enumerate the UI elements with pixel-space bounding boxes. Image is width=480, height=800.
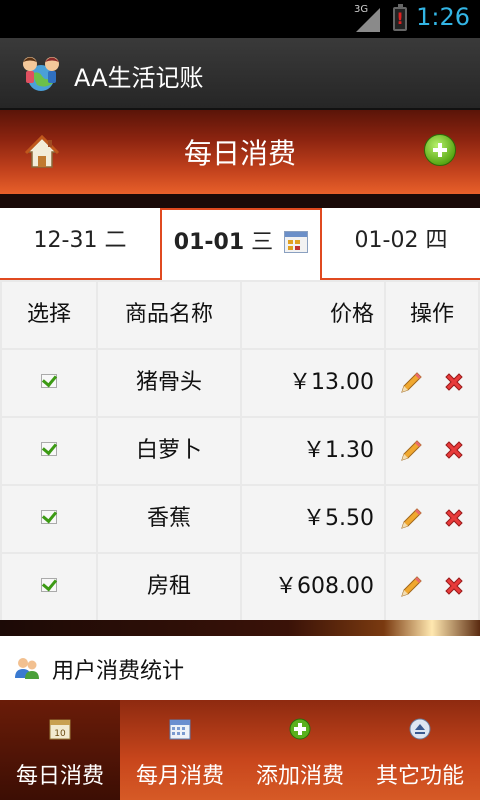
page-title: 每日消费 xyxy=(183,137,296,170)
edit-pencil-icon[interactable] xyxy=(398,438,424,464)
table-row: 白萝卜 ￥1.30 xyxy=(0,418,480,484)
item-name: 白萝卜 xyxy=(98,418,240,484)
expense-table: 选择 商品名称 价格 操作 猪骨头 ￥13.00 白萝卜 ￥1.30 香蕉 ￥5… xyxy=(0,280,480,620)
edit-pencil-icon[interactable] xyxy=(398,574,424,600)
date-tabs: 12-31 二 01-01 三 01-02 四 xyxy=(0,208,480,280)
item-price: ￥5.50 xyxy=(242,486,384,552)
date-tab-date: 01-01 xyxy=(173,230,245,255)
nav-label: 每月消费 xyxy=(135,764,224,789)
monthly-calendar-icon xyxy=(169,719,191,740)
signal-icon xyxy=(356,8,380,32)
title-bar: 每日消费 xyxy=(0,110,480,194)
user-stats-link[interactable]: 用户消费统计 xyxy=(0,636,480,700)
item-name: 猪骨头 xyxy=(98,350,240,416)
item-price: ￥1.30 xyxy=(242,418,384,484)
row-checkbox[interactable] xyxy=(41,510,57,524)
delete-icon[interactable] xyxy=(442,506,466,530)
row-checkbox[interactable] xyxy=(41,442,57,456)
edit-pencil-icon[interactable] xyxy=(398,370,424,396)
date-tab-date: 01-02 xyxy=(354,228,419,253)
nav-daily[interactable]: 10 每日消费 xyxy=(0,700,120,800)
daily-calendar-icon: 10 xyxy=(49,719,71,740)
decorative-band xyxy=(0,620,480,636)
row-checkbox[interactable] xyxy=(41,578,57,592)
battery-icon: ! xyxy=(393,4,407,31)
add-circle-icon xyxy=(289,718,311,740)
date-tab-weekday: 三 xyxy=(251,230,274,255)
date-tab-next[interactable]: 01-02 四 xyxy=(322,208,480,280)
date-tab-current[interactable]: 01-01 三 xyxy=(160,208,322,280)
header-actions: 操作 xyxy=(386,282,478,348)
row-checkbox[interactable] xyxy=(41,374,57,388)
edit-pencil-icon[interactable] xyxy=(398,506,424,532)
app-title: AA生活记账 xyxy=(74,64,204,92)
item-price: ￥13.00 xyxy=(242,350,384,416)
nav-monthly[interactable]: 每月消费 xyxy=(120,700,240,800)
table-header: 选择 商品名称 价格 操作 xyxy=(0,282,480,348)
users-icon xyxy=(15,658,39,679)
table-row: 香蕉 ￥5.50 xyxy=(0,486,480,552)
calendar-icon[interactable] xyxy=(284,231,309,253)
header-name: 商品名称 xyxy=(98,282,240,348)
app-bar: AA生活记账 xyxy=(0,38,480,110)
date-tab-weekday: 四 xyxy=(425,228,448,253)
header-price: 价格 xyxy=(242,282,384,348)
nav-label: 其它功能 xyxy=(375,764,464,789)
eject-circle-icon xyxy=(409,718,431,740)
item-name: 房租 xyxy=(98,554,240,620)
nav-more[interactable]: 其它功能 xyxy=(360,700,480,800)
delete-icon[interactable] xyxy=(442,438,466,462)
date-tab-prev[interactable]: 12-31 二 xyxy=(0,208,160,280)
add-icon[interactable] xyxy=(424,134,456,166)
status-time: 1:26 xyxy=(416,3,470,31)
nav-label: 添加消费 xyxy=(255,764,344,789)
delete-icon[interactable] xyxy=(442,370,466,394)
svg-text:10: 10 xyxy=(54,729,66,739)
app-logo-icon xyxy=(23,57,59,91)
date-tab-date: 12-31 xyxy=(33,228,98,253)
item-price: ￥608.00 xyxy=(242,554,384,620)
nav-add[interactable]: 添加消费 xyxy=(240,700,360,800)
date-tab-weekday: 二 xyxy=(104,228,127,253)
nav-label: 每日消费 xyxy=(15,764,104,789)
status-bar: 3G ! 1:26 xyxy=(0,0,480,38)
header-select: 选择 xyxy=(2,282,96,348)
delete-icon[interactable] xyxy=(442,574,466,598)
item-name: 香蕉 xyxy=(98,486,240,552)
table-row: 房租 ￥608.00 xyxy=(0,554,480,620)
bottom-nav: 10 每日消费 每月消费 添加消费 其它功能 xyxy=(0,700,480,800)
table-row: 猪骨头 ￥13.00 xyxy=(0,350,480,416)
user-stats-label: 用户消费统计 xyxy=(52,659,185,684)
